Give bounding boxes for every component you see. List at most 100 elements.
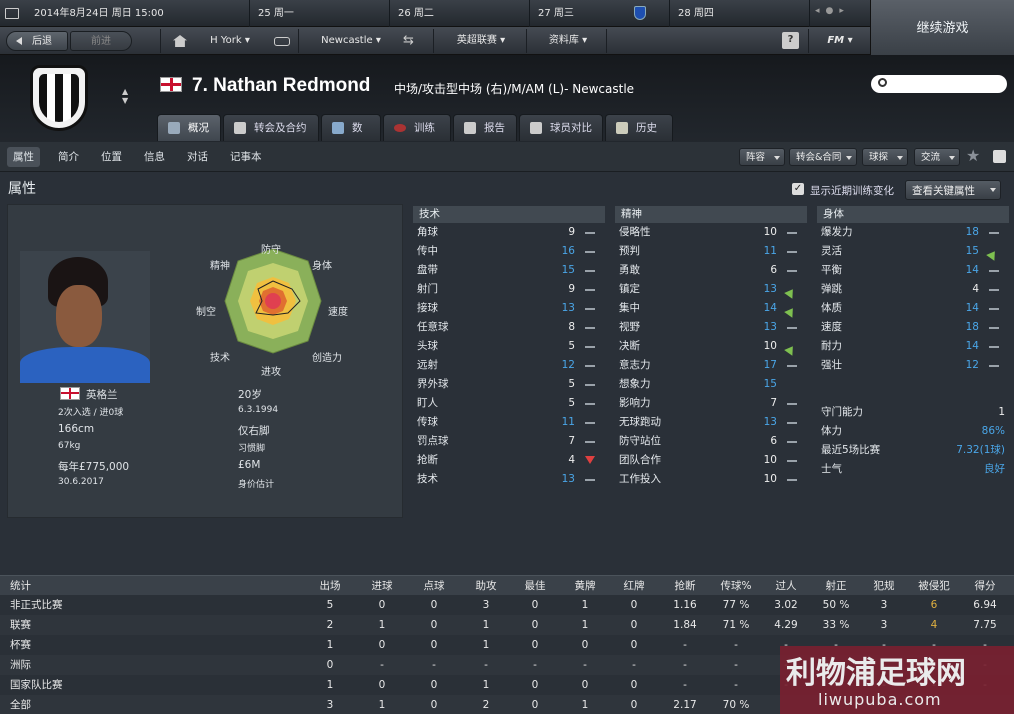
stats-column-header[interactable]: 被侵犯	[912, 576, 956, 596]
attribute-row[interactable]: 侵略性 10	[615, 223, 807, 242]
stats-cell: 0	[430, 679, 438, 691]
stats-column-header[interactable]: 统计	[10, 576, 130, 596]
attribute-row[interactable]: 工作投入 10	[615, 470, 807, 489]
stats-column-header[interactable]: 犯规	[862, 576, 906, 596]
attribute-row[interactable]: 想象力 15	[615, 375, 807, 394]
attribute-row[interactable]: 镇定 13	[615, 280, 807, 299]
attribute-row[interactable]: 角球 9	[413, 223, 605, 242]
stats-column-header[interactable]: 最佳	[512, 576, 558, 596]
scroll-player-icon[interactable]: ▲ ▼	[122, 87, 128, 105]
attribute-row[interactable]: 防守站位 6	[615, 432, 807, 451]
attribute-row[interactable]: 界外球 5	[413, 375, 605, 394]
attribute-row[interactable]: 平衡 14	[817, 261, 1009, 280]
home-team-dropdown[interactable]: H York ▾	[198, 31, 262, 51]
attribute-row[interactable]: 传球 11	[413, 413, 605, 432]
tab-stats[interactable]: 数据	[321, 114, 381, 161]
fm-menu-button[interactable]: FM ▾	[818, 31, 862, 51]
attribute-row[interactable]: 技术 13	[413, 470, 605, 489]
tab-compare[interactable]: 球员对比	[519, 114, 603, 141]
stats-column-header[interactable]: 传球%	[712, 576, 760, 596]
subtab-profile[interactable]: 简介	[52, 147, 85, 167]
attribute-row[interactable]: 任意球 8	[413, 318, 605, 337]
stats-cell: -	[380, 659, 384, 671]
attribute-row[interactable]: 灵活 15	[817, 242, 1009, 261]
database-dropdown[interactable]: 资料库 ▾	[532, 31, 604, 51]
attribute-row[interactable]: 集中 14	[615, 299, 807, 318]
day-num: 26	[398, 8, 411, 19]
forward-button[interactable]: 前进	[70, 31, 132, 51]
attribute-row[interactable]: 头球 5	[413, 337, 605, 356]
show-training-checkbox[interactable]: ✓	[792, 183, 804, 195]
stats-column-header[interactable]: 射正	[812, 576, 860, 596]
tab-report[interactable]: 报告	[453, 114, 517, 141]
home-icon[interactable]	[173, 35, 187, 47]
key-attributes-dropdown[interactable]: 查看关键属性	[905, 180, 1001, 200]
search-input[interactable]	[871, 75, 1007, 93]
tab-contract[interactable]: 转会及合约	[223, 114, 319, 141]
attribute-row[interactable]: 接球 13	[413, 299, 605, 318]
subtab-talk[interactable]: 对话	[181, 147, 214, 167]
attribute-value: 12	[561, 359, 575, 371]
tab-history[interactable]: 历史	[605, 114, 673, 141]
star-icon[interactable]: ★	[966, 146, 980, 165]
attribute-row[interactable]: 罚点球 7	[413, 432, 605, 451]
league-dropdown[interactable]: 英超联赛 ▾	[440, 31, 522, 51]
menu-icon[interactable]	[5, 8, 19, 19]
tab-training[interactable]: 训练	[383, 114, 451, 141]
trend-flat-icon	[787, 327, 797, 329]
attribute-row[interactable]: 盯人 5	[413, 394, 605, 413]
subtab-positions[interactable]: 位置	[95, 147, 128, 167]
attribute-row[interactable]: 传中 16	[413, 242, 605, 261]
attribute-row[interactable]: 耐力 14	[817, 337, 1009, 356]
attribute-row[interactable]: 盘带 15	[413, 261, 605, 280]
subtab-attributes[interactable]: 属性	[7, 147, 40, 167]
stats-column-header[interactable]: 得分	[962, 576, 1008, 596]
attribute-row[interactable]: 弹跳 4	[817, 280, 1009, 299]
stats-column-header[interactable]: 出场	[305, 576, 355, 596]
day-25[interactable]: 25 周一	[252, 0, 390, 27]
attribute-row[interactable]: 影响力 7	[615, 394, 807, 413]
day-28[interactable]: 28 周四	[672, 0, 810, 27]
stats-cell: 33 %	[822, 619, 850, 631]
stats-column-header[interactable]: 过人	[762, 576, 810, 596]
squad-dropdown[interactable]: 阵容	[739, 148, 785, 166]
day-26[interactable]: 26 周二	[392, 0, 530, 27]
attribute-row[interactable]: 视野 13	[615, 318, 807, 337]
interact-dropdown[interactable]: 交流	[914, 148, 960, 166]
subtab-notes[interactable]: 记事本	[224, 147, 268, 167]
attribute-row[interactable]: 远射 12	[413, 356, 605, 375]
subtab-info[interactable]: 信息	[138, 147, 171, 167]
note-icon[interactable]	[993, 150, 1006, 163]
attribute-row[interactable]: 无球跑动 13	[615, 413, 807, 432]
attribute-row[interactable]: 体质 14	[817, 299, 1009, 318]
swap-icon[interactable]: ⇆	[403, 33, 414, 48]
scout-dropdown[interactable]: 球探	[862, 148, 908, 166]
stats-column-header[interactable]: 点球	[410, 576, 458, 596]
calendar-scroll-controls[interactable]: ◂●▸	[815, 6, 865, 20]
day-27[interactable]: 27 周三	[532, 0, 670, 27]
attribute-row[interactable]: 预判 11	[615, 242, 807, 261]
attribute-name: 传球	[417, 416, 438, 428]
attribute-row[interactable]: 速度 18	[817, 318, 1009, 337]
help-button[interactable]: ?	[782, 32, 799, 49]
club-icon[interactable]	[274, 37, 290, 46]
stats-column-header[interactable]: 进球	[358, 576, 406, 596]
tab-overview[interactable]: 概况	[157, 114, 221, 141]
club-dropdown[interactable]: Newcastle ▾	[308, 31, 394, 51]
stats-row[interactable]: 联赛 2 1 0 1 0 1 0 1.84 71 % 4.29 33 % 3 4 7.75	[0, 615, 1014, 635]
stats-column-header[interactable]: 红牌	[612, 576, 656, 596]
stats-row[interactable]: 非正式比赛 5 0 0 3 0 1 0 1.16 77 % 3.02 50 % 3 6 6.94	[0, 595, 1014, 615]
attribute-row[interactable]: 强壮 12	[817, 356, 1009, 375]
attribute-row[interactable]: 意志力 17	[615, 356, 807, 375]
attribute-row[interactable]: 抢断 4	[413, 451, 605, 470]
attribute-row[interactable]: 决断 10	[615, 337, 807, 356]
attribute-row[interactable]: 勇敢 6	[615, 261, 807, 280]
attribute-row[interactable]: 团队合作 10	[615, 451, 807, 470]
attribute-row[interactable]: 爆发力 18	[817, 223, 1009, 242]
attribute-row[interactable]: 射门 9	[413, 280, 605, 299]
transfer-dropdown[interactable]: 转会&合同	[789, 148, 857, 166]
continue-game-button[interactable]: 继续游戏	[870, 0, 1014, 55]
stats-column-header[interactable]: 黄牌	[562, 576, 608, 596]
stats-column-header[interactable]: 抢断	[660, 576, 710, 596]
stats-column-header[interactable]: 助攻	[462, 576, 510, 596]
